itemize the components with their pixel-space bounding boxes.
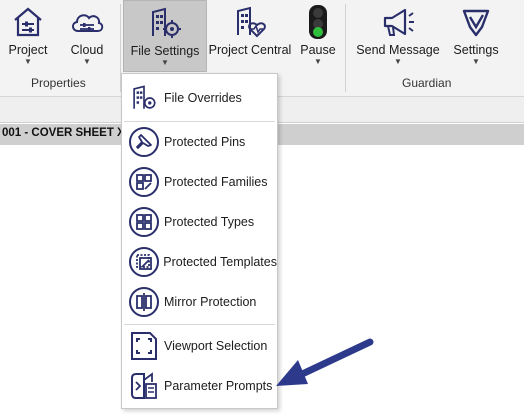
menu-item-label: Protected Types <box>164 215 255 229</box>
pin-icon <box>126 124 162 160</box>
annotation-arrow-icon <box>270 336 380 392</box>
group-separator <box>345 4 346 92</box>
menu-item-mirror-protection[interactable]: Mirror Protection <box>122 284 277 320</box>
chevron-down-icon: ▼ <box>161 58 169 67</box>
send-message-button[interactable]: Send Message ▼ <box>356 0 440 72</box>
menu-item-label: Mirror Protection <box>164 295 257 309</box>
building-heart-icon <box>230 2 270 42</box>
chevron-down-icon: ▼ <box>472 57 480 66</box>
project-central-button[interactable]: Project Central <box>209 0 291 72</box>
pause-button[interactable]: Pause ▼ <box>297 0 339 72</box>
menu-item-protected-types[interactable]: Protected Types <box>122 204 277 240</box>
chevron-down-icon: ▼ <box>83 57 91 66</box>
menu-item-label: File Overrides <box>164 91 242 105</box>
menu-separator <box>124 121 275 122</box>
project-central-label: Project Central <box>208 43 292 57</box>
templates-icon <box>126 244 161 280</box>
settings-label: Settings <box>453 43 499 57</box>
building-gear-icon <box>145 3 185 43</box>
menu-item-label: Protected Pins <box>164 135 246 149</box>
view-tab-title[interactable]: 001 - COVER SHEET X <box>2 127 125 139</box>
cloud-label: Cloud <box>70 43 104 57</box>
file-settings-label: File Settings <box>130 44 200 58</box>
menu-item-parameter-prompts[interactable]: Parameter Prompts <box>122 368 277 404</box>
families-icon <box>126 164 162 200</box>
menu-item-protected-pins[interactable]: Protected Pins <box>122 124 277 160</box>
group-label-properties: Properties <box>31 76 86 90</box>
group-label-guardian: Guardian <box>402 76 452 90</box>
file-settings-button[interactable]: File Settings ▼ <box>123 0 207 72</box>
mirror-icon <box>126 284 162 320</box>
menu-item-protected-templates[interactable]: Protected Templates <box>122 244 277 280</box>
megaphone-icon <box>378 2 418 42</box>
send-message-label: Send Message <box>356 43 440 57</box>
viewport-icon <box>126 328 162 364</box>
cloud-button[interactable]: Cloud ▼ <box>62 0 112 72</box>
shield-check-icon <box>456 2 496 42</box>
menu-item-viewport-selection[interactable]: Viewport Selection <box>122 328 277 364</box>
file-settings-dropdown: File Overrides Protected Pins Protected … <box>121 73 278 409</box>
menu-item-label: Protected Families <box>164 175 268 189</box>
parameter-prompts-icon <box>126 368 162 404</box>
chevron-down-icon: ▼ <box>394 57 402 66</box>
chevron-down-icon: ▼ <box>314 57 322 66</box>
settings-button[interactable]: Settings ▼ <box>450 0 502 72</box>
house-sliders-icon <box>8 2 48 42</box>
types-icon <box>126 204 162 240</box>
project-label: Project <box>8 43 48 57</box>
traffic-light-icon <box>298 2 338 42</box>
menu-item-label: Protected Templates <box>163 255 277 269</box>
cloud-sliders-icon <box>67 2 107 42</box>
building-gear-icon <box>126 80 162 116</box>
menu-item-protected-families[interactable]: Protected Families <box>122 164 277 200</box>
chevron-down-icon: ▼ <box>24 57 32 66</box>
pause-label: Pause <box>300 43 336 57</box>
menu-item-file-overrides[interactable]: File Overrides <box>122 80 277 116</box>
menu-item-label: Viewport Selection <box>164 339 268 353</box>
menu-separator <box>124 324 275 325</box>
project-button[interactable]: Project ▼ <box>2 0 54 72</box>
menu-item-label: Parameter Prompts <box>164 379 273 393</box>
